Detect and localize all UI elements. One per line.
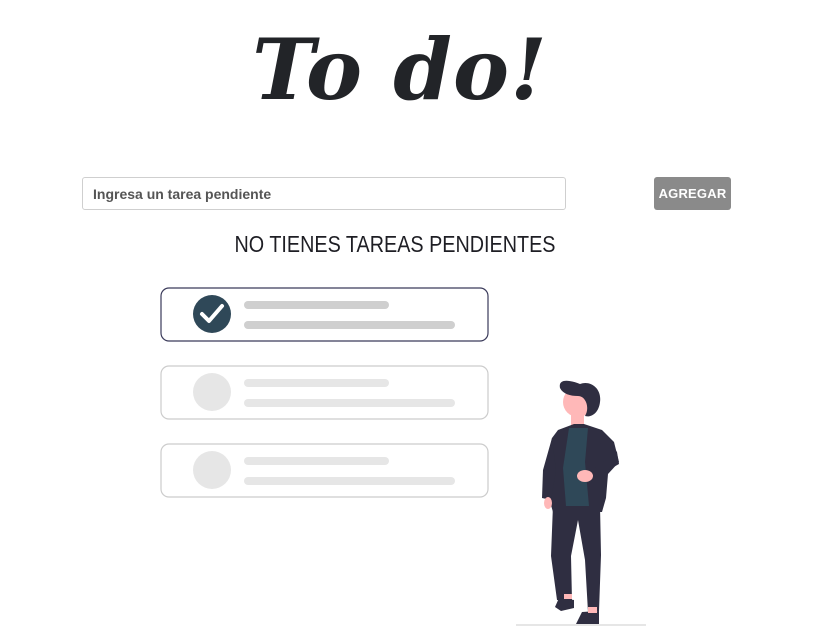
checklist-card-empty <box>160 365 489 420</box>
person-illustration <box>516 380 646 626</box>
empty-circle-icon <box>193 451 231 489</box>
check-circle-icon <box>193 295 231 333</box>
checklist-card-empty <box>160 443 489 498</box>
empty-circle-icon <box>193 373 231 411</box>
checklist-card-checked <box>160 287 489 342</box>
empty-state-illustration <box>160 287 646 626</box>
